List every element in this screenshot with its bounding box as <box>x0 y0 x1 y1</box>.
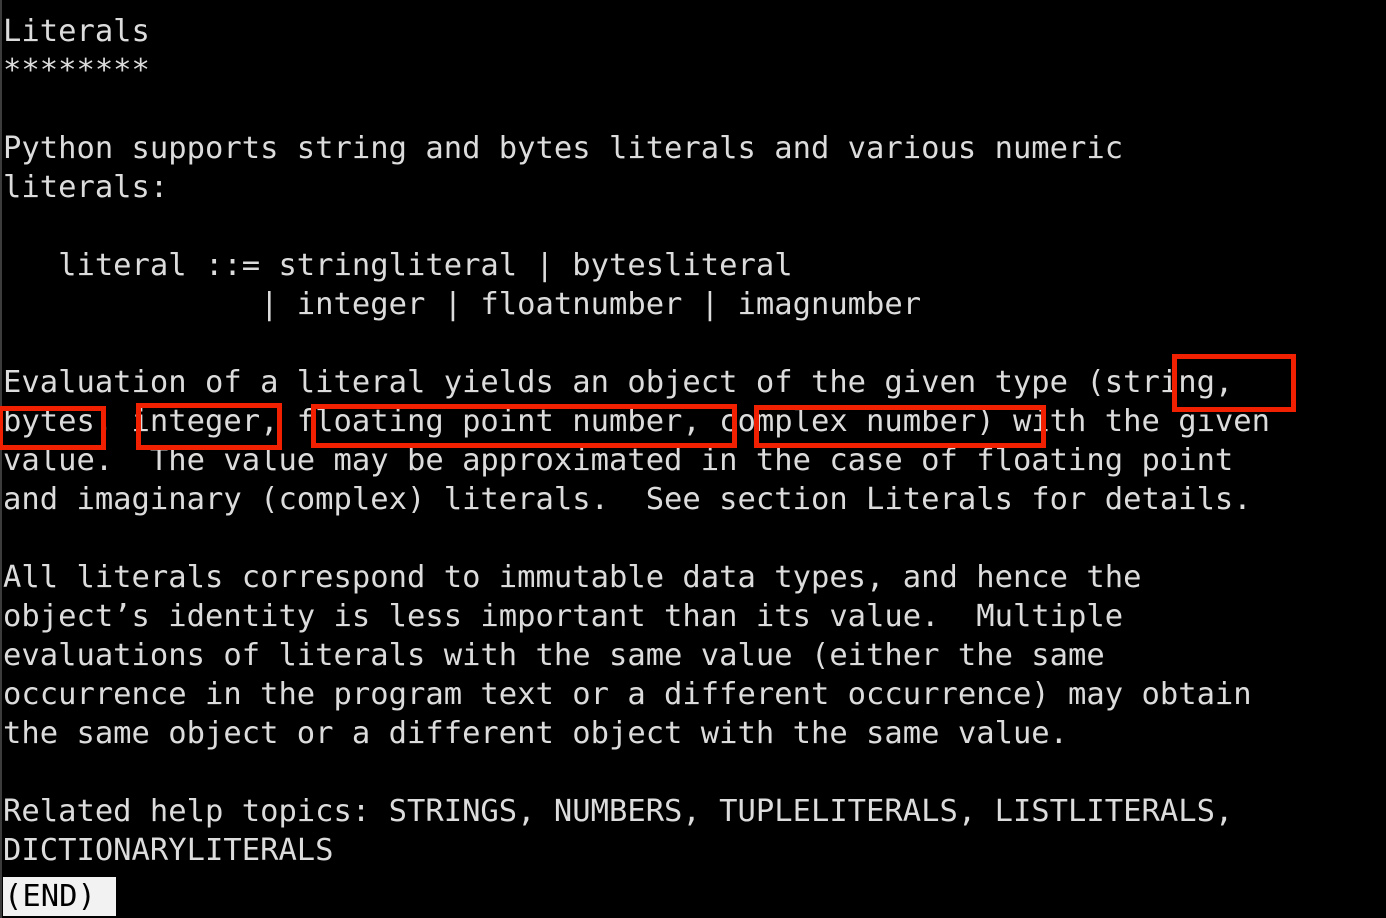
terminal-window[interactable]: Literals ******** Python supports string… <box>0 0 1386 918</box>
doc-line-blank-3 <box>3 324 1383 363</box>
doc-line-related-1: Related help topics: STRINGS, NUMBERS, T… <box>3 794 1234 829</box>
doc-line-eval-2: bytes, integer, floating point number, c… <box>3 404 1271 439</box>
doc-line-immutable-1: All literals correspond to immutable dat… <box>3 560 1142 595</box>
doc-line-grammar-2: | integer | floatnumber | imagnumber <box>3 287 922 322</box>
doc-line-blank-5 <box>3 753 1383 792</box>
doc-line-underline: ******** <box>3 53 150 88</box>
pager-status-line[interactable]: (END) <box>3 877 117 916</box>
doc-line-eval-1: Evaluation of a literal yields an object… <box>3 365 1234 400</box>
doc-line-immutable-4: occurrence in the program text or a diff… <box>3 677 1252 712</box>
pager-text-area: Literals ******** Python supports string… <box>3 12 1383 870</box>
doc-line-intro-1: Python supports string and bytes literal… <box>3 131 1124 166</box>
doc-line-grammar-1: literal ::= stringliteral | bytesliteral <box>3 248 793 283</box>
doc-line-blank-1 <box>3 90 1383 129</box>
doc-line-eval-4: and imaginary (complex) literals. See se… <box>3 482 1252 517</box>
doc-line-blank-4 <box>3 519 1383 558</box>
doc-line-immutable-5: the same object or a different object wi… <box>3 716 1069 751</box>
doc-line-blank-2 <box>3 207 1383 246</box>
doc-line-intro-2: literals: <box>3 170 169 205</box>
doc-line-immutable-2: object’s identity is less important than… <box>3 599 1124 634</box>
doc-line-related-2: DICTIONARYLITERALS <box>3 833 334 868</box>
doc-line-title: Literals <box>3 14 150 49</box>
doc-line-immutable-3: evaluations of literals with the same va… <box>3 638 1105 673</box>
doc-line-eval-3: value. The value may be approximated in … <box>3 443 1234 478</box>
